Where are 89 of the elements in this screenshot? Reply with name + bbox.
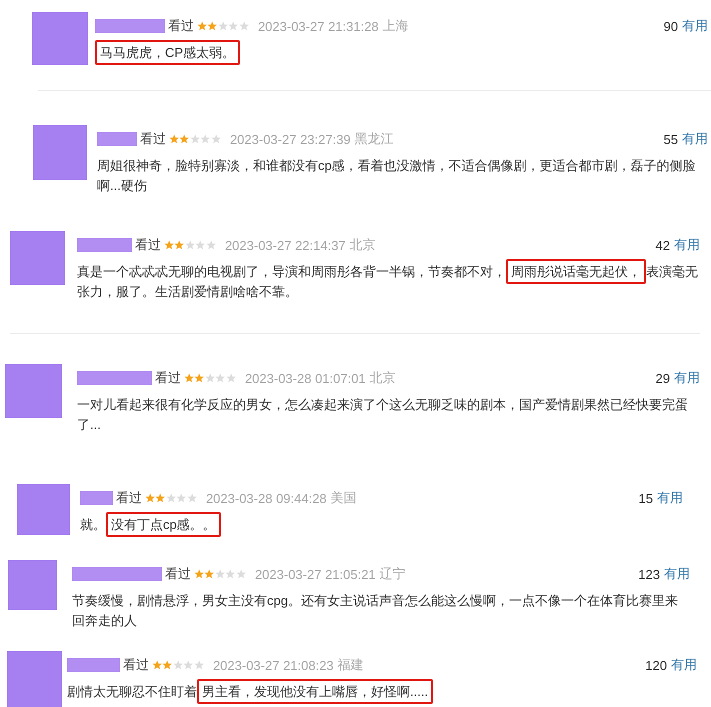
star-icon xyxy=(194,373,205,383)
star-icon xyxy=(194,660,204,670)
star-icon xyxy=(169,134,180,144)
rating-status: 看过 xyxy=(155,369,181,387)
star-icon xyxy=(214,569,226,579)
star-icon xyxy=(162,660,173,670)
useful-count: 29 xyxy=(656,370,670,386)
rating-status: 看过 xyxy=(135,236,161,254)
avatar xyxy=(8,560,57,610)
review-location: 黑龙江 xyxy=(354,130,394,148)
avatar xyxy=(32,12,88,65)
useful-vote-link[interactable]: 有用 xyxy=(674,236,700,254)
rating-status: 看过 xyxy=(165,565,191,583)
star-icon xyxy=(215,373,226,383)
star-icon xyxy=(207,21,218,31)
star-icon xyxy=(164,240,174,250)
star-icon xyxy=(204,373,216,383)
redacted-username xyxy=(95,19,165,33)
star-icon xyxy=(218,21,228,31)
review-location: 北京 xyxy=(350,236,376,254)
star-icon xyxy=(195,240,206,250)
review-text: 节奏缓慢，剧情悬浮，男女主没有cpg。还有女主说话声音怎么能这么慢啊，一点不像一个在体育比赛里来回奔走的人 xyxy=(72,592,679,630)
review-text: 剧情太无聊忍不住盯着 男主看，发现他没有上嘴唇，好怪啊..... xyxy=(67,677,434,707)
redacted-username xyxy=(80,491,113,505)
review-time: 2023-03-27 21:05:21 xyxy=(254,566,376,582)
review-text: 马马虎虎，CP感太弱。 xyxy=(95,38,240,68)
star-icon xyxy=(179,134,190,144)
star-icon xyxy=(206,240,216,250)
review-time: 2023-03-28 09:44:28 xyxy=(206,490,327,506)
star-icon xyxy=(197,21,208,31)
star-icon xyxy=(204,569,215,579)
review-location: 福建 xyxy=(338,656,364,674)
star-icon xyxy=(226,373,236,383)
avatar xyxy=(7,651,62,707)
review-time: 2023-03-27 22:14:37 xyxy=(224,238,346,252)
useful-count: 120 xyxy=(645,658,667,672)
star-icon xyxy=(200,134,211,144)
review-text: 真是一个忒忒忒无聊的电视剧了，导演和周雨彤各背一半锅，节奏都不对， 周雨彤说话毫无起伏， 表演毫无张力，服了。生活剧爱情剧啥啥不靠。 xyxy=(77,257,700,307)
useful-count: 42 xyxy=(656,238,670,252)
star-icon xyxy=(172,660,184,670)
review-text: 一对儿看起来很有化学反应的男女，怎么凑起来演了个这么无聊乏味的剧本，国产爱情剧果然已经快要完蛋了... xyxy=(77,396,689,434)
star-icon xyxy=(183,660,194,670)
star-icon xyxy=(174,240,185,250)
useful-count: 55 xyxy=(664,132,678,146)
star-icon xyxy=(194,569,204,579)
rating-status: 看过 xyxy=(123,656,149,674)
review-location: 辽宁 xyxy=(380,565,406,583)
review-text: 就。 没有丁点cp感。。 xyxy=(80,510,221,540)
review-time: 2023-03-27 21:31:28 xyxy=(258,18,379,34)
star-icon xyxy=(210,134,221,144)
star-icon xyxy=(184,373,194,383)
review-time: 2023-03-28 01:07:01 xyxy=(244,370,366,386)
star-icon xyxy=(166,493,176,503)
review-location: 美国 xyxy=(330,489,357,507)
useful-vote-link[interactable]: 有用 xyxy=(682,17,708,35)
star-icon xyxy=(155,493,166,503)
useful-vote-link[interactable]: 有用 xyxy=(664,565,690,583)
star-icon xyxy=(145,493,156,503)
avatar xyxy=(17,484,70,535)
useful-vote-link[interactable]: 有用 xyxy=(671,656,697,674)
avatar xyxy=(5,364,62,418)
useful-vote-link[interactable]: 有用 xyxy=(682,130,708,148)
star-icon xyxy=(236,569,246,579)
rating-status: 看过 xyxy=(116,489,142,507)
useful-vote-link[interactable]: 有用 xyxy=(657,489,683,507)
star-icon xyxy=(190,134,200,144)
review-time: 2023-03-27 21:08:23 xyxy=(212,658,334,672)
rating-status: 看过 xyxy=(168,17,194,35)
redacted-username xyxy=(77,238,132,252)
avatar xyxy=(33,125,87,180)
useful-vote-link[interactable]: 有用 xyxy=(674,369,700,387)
rating-status: 看过 xyxy=(140,130,166,148)
useful-count: 15 xyxy=(638,490,653,506)
star-icon xyxy=(186,493,197,503)
redacted-username xyxy=(97,132,137,146)
star-icon xyxy=(184,240,196,250)
star-icon xyxy=(228,21,239,31)
star-icon xyxy=(225,569,236,579)
useful-count: 90 xyxy=(664,18,678,34)
review-text: 周姐很神奇，脸特别寡淡，和谁都没有cp感，看着也没激情，不适合偶像剧，更适合都市剧，磊子的侧脸啊...硬伤 xyxy=(97,157,697,195)
redacted-username xyxy=(67,658,120,672)
useful-count: 123 xyxy=(638,566,660,582)
star-icon xyxy=(176,493,187,503)
avatar xyxy=(10,231,65,285)
star-icon xyxy=(152,660,162,670)
star-icon xyxy=(238,21,249,31)
review-location: 上海 xyxy=(382,17,409,35)
review-location: 北京 xyxy=(370,369,396,387)
review-time: 2023-03-27 23:27:39 xyxy=(230,132,351,146)
